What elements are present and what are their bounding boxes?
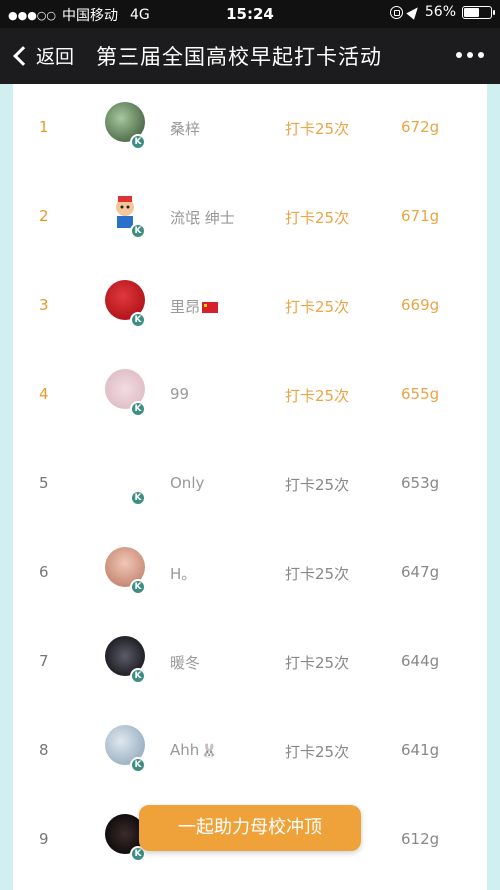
verified-badge-icon: K: [130, 134, 146, 150]
back-button[interactable]: 返回: [12, 42, 74, 69]
user-name: H。: [170, 565, 197, 583]
score-grams: 647g: [401, 563, 440, 581]
score-grams: 653g: [401, 474, 440, 492]
score-grams: 669g: [401, 296, 440, 314]
user-name: 里昂: [170, 298, 201, 316]
more-dot-icon: [467, 52, 473, 58]
list-item[interactable]: 3 K 里昂 打卡25次 669g: [13, 262, 487, 351]
checkin-count: 打卡25次: [285, 120, 350, 138]
battery-icon: [462, 5, 495, 19]
list-item[interactable]: 1 K 桑梓 打卡25次 672g: [13, 84, 487, 173]
support-school-button[interactable]: 一起助力母校冲顶: [139, 805, 361, 851]
user-name-with-flag: 里昂: [170, 296, 219, 317]
status-bar: ●●●○○ 中国移动 4G 15:24 56%: [0, 0, 500, 28]
checkin-count: 打卡25次: [285, 476, 350, 494]
score-grams: 671g: [401, 207, 440, 225]
score-grams: 655g: [401, 385, 440, 403]
checkin-count: 打卡25次: [285, 654, 350, 672]
rank-number: 1: [39, 118, 49, 136]
rotation-lock-icon: [389, 5, 403, 19]
verified-badge-icon: K: [130, 757, 146, 773]
verified-badge-icon: K: [130, 312, 146, 328]
more-dot-icon: [456, 52, 462, 58]
list-item[interactable]: 2 K 流氓 绅士 打卡25次 671g: [13, 173, 487, 262]
verified-badge-icon: K: [130, 223, 146, 239]
page-title: 第三届全国高校早起打卡活动: [96, 45, 382, 69]
score-grams: 644g: [401, 652, 440, 670]
user-name: 流氓 绅士: [170, 209, 235, 227]
rank-number: 8: [39, 741, 49, 759]
checkin-count: 打卡25次: [285, 743, 350, 761]
location-arrow-icon: [406, 4, 422, 20]
user-name: 暖冬: [170, 654, 201, 672]
more-dot-icon: [478, 52, 484, 58]
rank-number: 4: [39, 385, 49, 403]
china-flag-icon: [202, 302, 219, 313]
checkin-count: 打卡25次: [285, 565, 350, 583]
rank-number: 5: [39, 474, 49, 492]
checkin-count: 打卡25次: [285, 387, 350, 405]
user-name: Ahh: [170, 741, 200, 759]
score-grams: 641g: [401, 741, 440, 759]
rank-number: 2: [39, 207, 49, 225]
list-item[interactable]: 7 K 暖冬 打卡25次 644g: [13, 618, 487, 707]
rank-number: 7: [39, 652, 49, 670]
rank-number: 6: [39, 563, 49, 581]
user-name-with-emoji: Ahh 🐰: [170, 741, 217, 759]
rank-number: 9: [39, 830, 49, 848]
ranking-list: 1 K 桑梓 打卡25次 672g 2 K 流氓 绅士 打卡25次 671g 3…: [13, 84, 487, 890]
more-options-button[interactable]: [456, 52, 484, 58]
checkin-count: 打卡25次: [285, 209, 350, 227]
score-grams: 612g: [401, 830, 440, 848]
user-name: Only: [170, 474, 205, 492]
verified-badge-icon: K: [130, 668, 146, 684]
rank-number: 3: [39, 296, 49, 314]
user-name: 桑梓: [170, 120, 201, 138]
nav-bar: 返回 第三届全国高校早起打卡活动: [0, 28, 500, 84]
list-item[interactable]: 5 K Only 打卡25次 653g: [13, 440, 487, 529]
user-name: 99: [170, 385, 190, 403]
battery-percent: 56%: [424, 4, 456, 20]
list-item[interactable]: 6 K H。 打卡25次 647g: [13, 529, 487, 618]
verified-badge-icon: K: [130, 401, 146, 417]
back-label: 返回: [36, 46, 75, 68]
chevron-left-icon: [13, 45, 33, 66]
list-item[interactable]: 8 K Ahh 🐰 打卡25次 641g: [13, 707, 487, 796]
verified-badge-icon: K: [130, 490, 146, 506]
checkin-count: 打卡25次: [285, 298, 350, 316]
verified-badge-icon: K: [130, 579, 146, 595]
score-grams: 672g: [401, 118, 440, 136]
bunny-emoji-icon: 🐰: [201, 744, 218, 759]
list-item[interactable]: 4 K 99 打卡25次 655g: [13, 351, 487, 440]
